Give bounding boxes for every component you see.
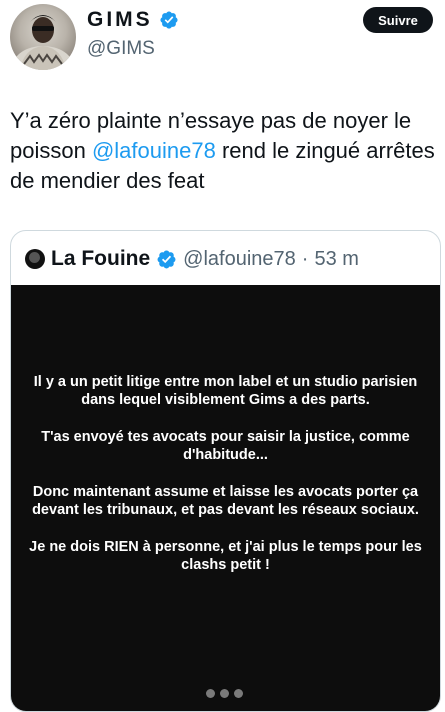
verified-badge-icon [160,11,178,29]
tweet-mention-link[interactable]: @lafouine78 [92,138,216,163]
dot [220,689,229,698]
media-paragraph: Il y a un petit litige entre mon label e… [33,374,418,408]
tweet-text: Y’a zéro plainte n’essaye pas de noyer l… [10,106,440,196]
quoted-tweet-card[interactable]: La Fouine @lafouine78 · 53 m Il y a un p… [10,230,441,712]
quoted-author-name: La Fouine [51,247,151,270]
quoted-author-handle: @lafouine78 [183,247,296,270]
author-name-row: GIMS [87,8,179,32]
quoted-media-image[interactable]: Il y a un petit litige entre mon label e… [11,285,440,711]
follow-button[interactable]: Suivre [363,7,433,33]
media-paragraph: T'as envoyé tes avocats pour saisir la j… [41,429,410,463]
dot [234,689,243,698]
author-handle[interactable]: @GIMS [87,38,155,60]
quoted-tweet-header: La Fouine @lafouine78 · 53 m [25,247,359,271]
author-avatar-image [13,15,73,70]
media-text-block: Il y a un petit litige entre mon label e… [25,373,426,574]
author-display-name[interactable]: GIMS [87,8,153,32]
media-paragraph: Je ne dois RIEN à personne, et j'ai plus… [29,539,422,573]
media-paragraph: Donc maintenant assume et laisse les avo… [32,484,419,518]
more-options-icon[interactable] [206,689,243,698]
dot [206,689,215,698]
quoted-timestamp: 53 m [314,247,359,270]
quoted-verified-badge-icon [157,250,176,268]
quoted-author-avatar [25,249,45,269]
quoted-separator: · [301,247,309,270]
author-avatar[interactable] [10,4,76,70]
